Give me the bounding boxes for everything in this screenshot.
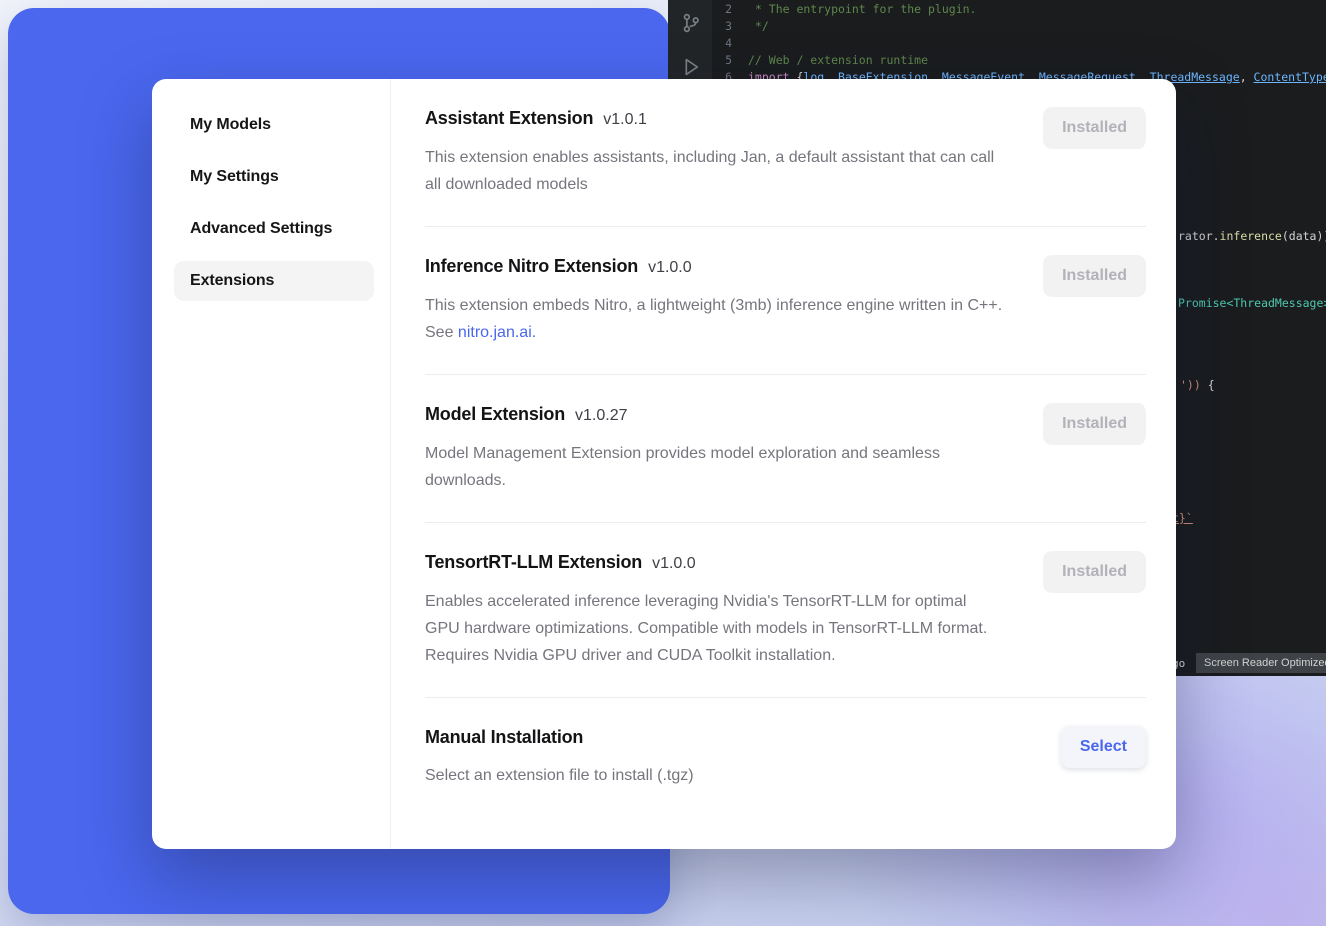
code-line: 4 (712, 35, 1326, 52)
installed-button[interactable]: Installed (1043, 403, 1146, 445)
screen-reader-notice[interactable]: Screen Reader Optimized (1196, 653, 1326, 673)
manual-installation-description: Select an extension file to install (.tg… (425, 762, 694, 789)
installed-button[interactable]: Installed (1043, 255, 1146, 297)
settings-sidebar: My Models My Settings Advanced Settings … (152, 79, 391, 849)
source-control-icon[interactable] (680, 12, 702, 34)
line-number: 2 (712, 1, 748, 18)
code-fragment: Promise<ThreadMessage> (1178, 296, 1326, 311)
desktop-stage: 2 * The entrypoint for the plugin. 3 */ … (0, 0, 1326, 926)
extension-row-model: Model Extension v1.0.27 Model Management… (425, 375, 1146, 523)
select-file-button[interactable]: Select (1061, 726, 1146, 768)
extension-version: v1.0.0 (648, 254, 692, 281)
extension-description: Model Management Extension provides mode… (425, 440, 1003, 494)
code-line: 5// Web / extension runtime (712, 52, 1326, 69)
extension-version: v1.0.1 (603, 106, 647, 133)
manual-installation-row: Manual Installation Select an extension … (425, 698, 1146, 817)
code-line: 2 * The entrypoint for the plugin. (712, 1, 1326, 18)
extension-version: v1.0.0 (652, 550, 696, 577)
line-number: 5 (712, 52, 748, 69)
extension-version: v1.0.27 (575, 402, 627, 429)
extension-description: This extension enables assistants, inclu… (425, 144, 1003, 198)
line-number: 3 (712, 18, 748, 35)
manual-installation-title: Manual Installation (425, 724, 583, 751)
sidebar-item-advanced-settings[interactable]: Advanced Settings (174, 209, 374, 249)
sidebar-item-my-settings[interactable]: My Settings (174, 157, 374, 197)
extension-description: This extension embeds Nitro, a lightweig… (425, 292, 1003, 346)
extensions-panel: Assistant Extension v1.0.1 This extensio… (391, 79, 1176, 849)
extension-title: Assistant Extension (425, 105, 593, 132)
installed-button[interactable]: Installed (1043, 107, 1146, 149)
extension-description: Enables accelerated inference leveraging… (425, 588, 1003, 669)
extension-row-nitro: Inference Nitro Extension v1.0.0 This ex… (425, 227, 1146, 375)
settings-window: My Models My Settings Advanced Settings … (152, 79, 1176, 849)
nitro-jan-ai-link[interactable]: nitro.jan.ai. (458, 324, 536, 341)
installed-button[interactable]: Installed (1043, 551, 1146, 593)
extension-title: TensortRT-LLM Extension (425, 549, 642, 576)
sidebar-item-extensions[interactable]: Extensions (174, 261, 374, 301)
code-fragment: rator.inference(data)); (1178, 229, 1326, 244)
run-debug-icon[interactable] (680, 56, 702, 78)
extension-row-tensorrt: TensortRT-LLM Extension v1.0.0 Enables a… (425, 523, 1146, 698)
code-fragment: ')) { (1180, 378, 1215, 393)
code-area: 2 * The entrypoint for the plugin. 3 */ … (712, 1, 1326, 86)
line-number: 4 (712, 35, 748, 52)
extension-title: Model Extension (425, 401, 565, 428)
extension-title: Inference Nitro Extension (425, 253, 638, 280)
sidebar-item-my-models[interactable]: My Models (174, 105, 374, 145)
code-line: 3 */ (712, 18, 1326, 35)
extension-row-assistant: Assistant Extension v1.0.1 This extensio… (425, 79, 1146, 227)
